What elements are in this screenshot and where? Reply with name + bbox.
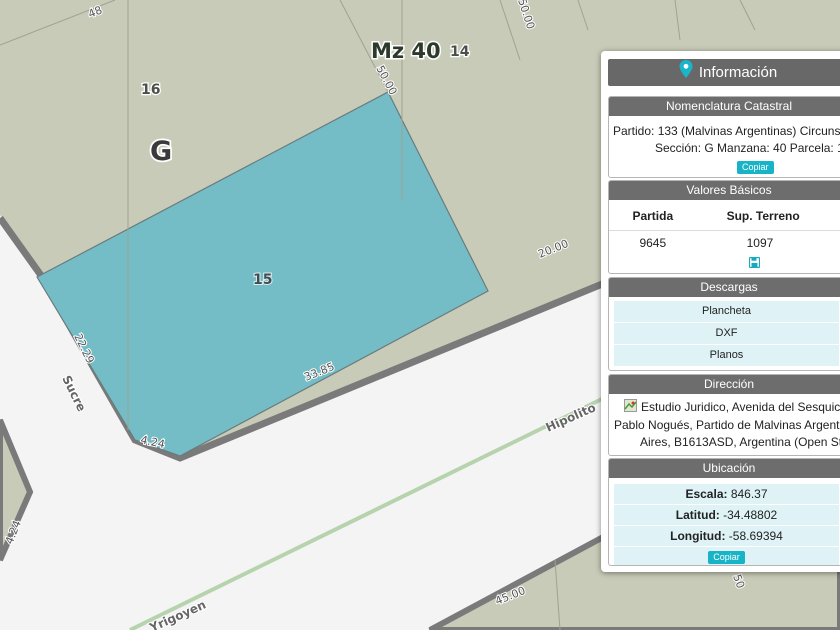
descargas-header: Descargas [609,278,840,297]
parcel-label-14: 14 [450,44,470,60]
zone-label: G [150,136,172,167]
parcel-label-15: 15 [253,272,272,288]
copy-nomenclatura-button[interactable]: Copiar [737,161,774,174]
direccion-line-1: Estudio Juridico, Avenida del Sesquicent… [641,400,840,415]
valores-section: Valores Básicos Partida Sup. Terreno 964… [608,180,840,274]
ubicacion-section: Ubicación Escala: 846.37 Latitud: -34.48… [608,458,840,566]
map-pin-icon [679,59,693,87]
superficie-value: 1097 [696,230,840,255]
longitud-value: -58.69394 [728,529,783,543]
longitud-row: Longitud: -58.69394 [614,525,839,546]
download-dxf-link[interactable]: DXF [614,322,839,344]
direccion-line-2: Pablo Nogués, Partido de Malvinas Argent… [614,418,840,432]
partida-value: 9645 [609,230,697,255]
escala-value: 846.37 [730,487,768,501]
nomenclatura-header: Nomenclatura Catastral [609,97,840,116]
copy-ubicacion-button[interactable]: Copiar [708,551,745,564]
save-icon[interactable] [748,255,761,273]
superficie-column-header: Sup. Terreno [726,209,800,223]
parcel-label-16: 16 [141,82,160,98]
info-panel: Información Nomenclatura Catastral Parti… [601,51,840,572]
info-panel-title: Información [698,64,778,81]
download-plancheta-link[interactable]: Plancheta [614,300,839,322]
direccion-header: Dirección [609,375,840,394]
longitud-label: Longitud: [670,529,726,543]
info-panel-header: Información [608,59,840,86]
map-icon [624,399,637,417]
escala-label: Escala: [685,487,728,501]
download-planos-link[interactable]: Planos [614,344,839,366]
partida-column-header: Partida [632,209,674,223]
latitud-row: Latitud: -34.48802 [614,504,839,525]
latitud-label: Latitud: [675,508,720,522]
direccion-section: Dirección Estudio Juridico, Avenida del … [608,374,840,456]
block-label: Mz 40 [371,39,441,63]
valores-table: Partida Sup. Terreno 9645 1097 [609,202,840,255]
nomenclatura-section: Nomenclatura Catastral Partido: 133 (Mal… [608,96,840,178]
nomenclatura-line-1: Partido: 133 (Malvinas Argentinas) Circu… [613,124,840,138]
latitud-value: -34.48802 [723,508,778,522]
direccion-line-3: Aires, B1613ASD, Argentina (Open Street … [640,435,840,449]
nomenclatura-line-2: Sección: G Manzana: 40 Parcela: 15 [655,141,840,155]
descargas-section: Descargas Plancheta DXF Planos [608,277,840,371]
ubicacion-header: Ubicación [609,459,840,478]
escala-row: Escala: 846.37 [614,483,839,504]
valores-header: Valores Básicos [609,181,840,200]
